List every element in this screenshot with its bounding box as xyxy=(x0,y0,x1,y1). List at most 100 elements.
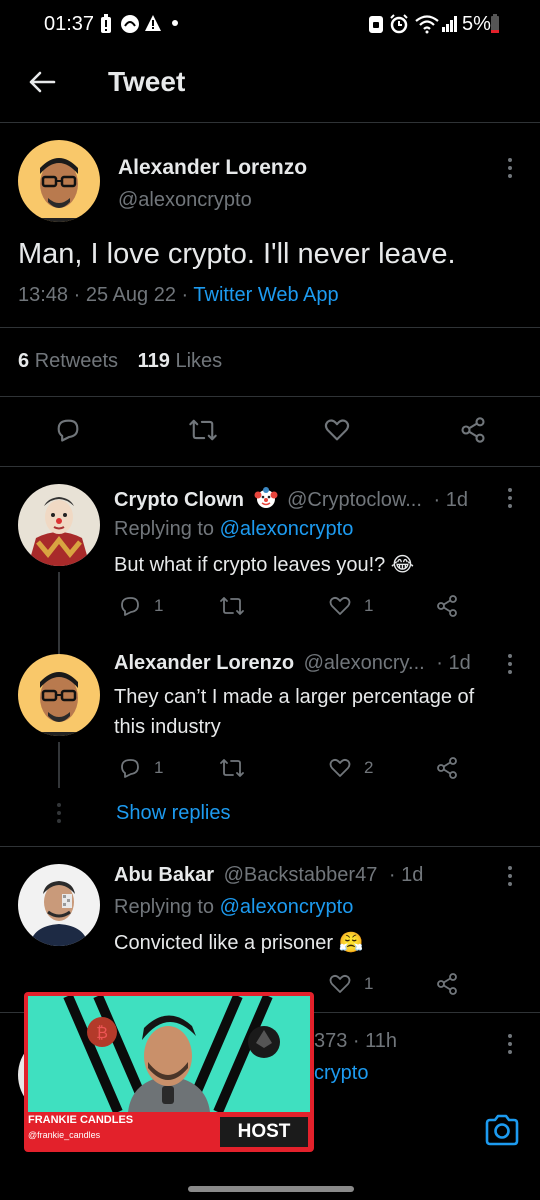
like-count: 2 xyxy=(364,758,374,777)
show-replies-link[interactable]: Show replies xyxy=(116,802,231,825)
retweet-icon xyxy=(220,759,244,777)
replying-to-label: Replying to xyxy=(114,518,215,540)
lock-icon xyxy=(368,14,384,34)
video-frame: ₿ xyxy=(28,996,310,1112)
reply-button[interactable] xyxy=(54,416,82,444)
likes-label: Likes xyxy=(175,350,223,372)
retweet-button[interactable] xyxy=(218,594,246,618)
gesture-bar[interactable] xyxy=(188,1186,354,1192)
reply-handle[interactable]: 373 · 11h xyxy=(314,1030,397,1053)
more-icon[interactable] xyxy=(508,866,514,890)
like-button[interactable]: 1 xyxy=(328,594,373,618)
actions-divider xyxy=(0,466,540,467)
retweets-stat[interactable]: 6 Retweets xyxy=(18,350,118,372)
reply-age: · 1d xyxy=(433,489,468,511)
reply-icon xyxy=(57,419,79,442)
status-time: 01:37 xyxy=(44,13,95,35)
reply-icon xyxy=(121,759,139,778)
back-arrow-icon xyxy=(29,71,56,93)
author-handle[interactable]: @alexoncrypto xyxy=(118,189,252,212)
engagement-stats: 6 Retweets 119 Likes xyxy=(18,350,222,373)
replying-to-handle[interactable]: @alexoncrypto xyxy=(220,896,354,918)
reply-age: · 1d xyxy=(388,864,424,886)
thread-line xyxy=(58,742,60,788)
reply-header: Alexander Lorenzo @alexoncry... · 1d xyxy=(114,652,471,675)
reply-avatar[interactable] xyxy=(18,864,100,946)
battery-alert-icon xyxy=(100,14,112,34)
reply-handle[interactable]: @alexoncry... xyxy=(304,652,425,674)
retweet-button[interactable] xyxy=(218,756,246,780)
retweet-button[interactable] xyxy=(188,416,218,444)
share-icon xyxy=(437,973,457,995)
reply-text: But what if crypto leaves you!? 😂 xyxy=(114,554,415,576)
like-button[interactable]: 2 xyxy=(328,756,373,780)
like-button[interactable]: 1 xyxy=(328,972,373,996)
battery-icon xyxy=(490,14,500,34)
camera-button[interactable] xyxy=(484,1114,520,1146)
replying-to-handle[interactable]: @alexoncrypto xyxy=(220,518,354,540)
host-badge: HOST xyxy=(220,1117,308,1147)
back-button[interactable] xyxy=(28,68,56,96)
battery-percent: 5% xyxy=(462,13,491,35)
page-title: Tweet xyxy=(108,66,186,97)
reply-button[interactable]: 1 xyxy=(118,756,163,780)
retweets-label: Retweets xyxy=(34,350,119,372)
reply-text-line: They can’t I made a larger percentage of xyxy=(114,686,475,708)
clown-emoji-icon xyxy=(254,486,278,510)
more-icon[interactable] xyxy=(508,488,514,512)
like-icon xyxy=(329,974,351,993)
reply-header: Crypto Clown @Cryptoclow... · 1d xyxy=(114,486,468,512)
share-button[interactable] xyxy=(458,416,488,444)
author-name[interactable]: Alexander Lorenzo xyxy=(118,156,307,180)
tweet-meta: 13:48 · 25 Aug 22 · Twitter Web App xyxy=(18,284,339,307)
likes-count: 119 xyxy=(137,350,170,372)
thread-line xyxy=(58,572,60,666)
reply-count: 1 xyxy=(154,758,164,777)
share-icon xyxy=(437,757,457,779)
signal-icon xyxy=(442,14,458,32)
reply-avatar[interactable] xyxy=(18,484,100,566)
svg-text:₿: ₿ xyxy=(96,1023,108,1042)
like-button[interactable] xyxy=(323,416,351,444)
reply-handle[interactable]: @Backstabber47 xyxy=(224,864,378,886)
retweets-count: 6 xyxy=(18,350,30,372)
reply-button[interactable]: 1 xyxy=(118,594,163,618)
replying-to-label: Replying to xyxy=(114,896,215,918)
reply-author-name[interactable]: Abu Bakar xyxy=(114,864,214,886)
header-divider xyxy=(0,122,540,123)
reply-avatar[interactable] xyxy=(18,654,100,736)
author-avatar[interactable] xyxy=(18,140,100,222)
share-icon xyxy=(461,417,485,443)
reply-author-name[interactable]: Alexander Lorenzo xyxy=(114,652,294,674)
retweet-icon xyxy=(189,419,217,441)
status-bar: 01:37 5% xyxy=(0,0,540,50)
reply-icon xyxy=(121,597,139,616)
reply-author-name[interactable]: Crypto Clown xyxy=(114,489,244,511)
tweet-source-link[interactable]: Twitter Web App xyxy=(193,284,338,306)
like-icon xyxy=(329,596,351,615)
meta-separator: · xyxy=(73,284,81,306)
more-icon[interactable] xyxy=(508,158,514,182)
likes-stat[interactable]: 119 Likes xyxy=(138,350,223,372)
retweet-icon xyxy=(220,597,244,615)
thread-dots xyxy=(55,802,63,824)
share-button[interactable] xyxy=(434,756,460,780)
share-button[interactable] xyxy=(434,972,460,996)
video-overlay[interactable]: ₿ FRANKIE CANDLES @frankie_candles HOST xyxy=(24,992,314,1152)
dot-icon xyxy=(172,20,178,26)
app-notification-icon xyxy=(120,14,140,34)
reply-text: Convicted like a prisoner 😤 xyxy=(114,932,364,954)
more-icon[interactable] xyxy=(508,654,514,678)
meta-separator: · xyxy=(181,284,189,306)
reply-text: They can’t I made a larger percentage of… xyxy=(114,682,474,742)
like-icon xyxy=(329,758,351,777)
share-button[interactable] xyxy=(434,594,460,618)
stats-divider xyxy=(0,396,540,397)
replying-to-handle[interactable]: crypto xyxy=(314,1062,368,1085)
like-icon xyxy=(324,419,350,441)
more-icon[interactable] xyxy=(508,1034,514,1058)
reply-handle[interactable]: @Cryptoclow... xyxy=(287,489,422,511)
tweet-date: 25 Aug 22 xyxy=(85,284,176,306)
tweet-time: 13:48 xyxy=(18,284,69,306)
host-handle: @frankie_candles xyxy=(28,1130,101,1140)
